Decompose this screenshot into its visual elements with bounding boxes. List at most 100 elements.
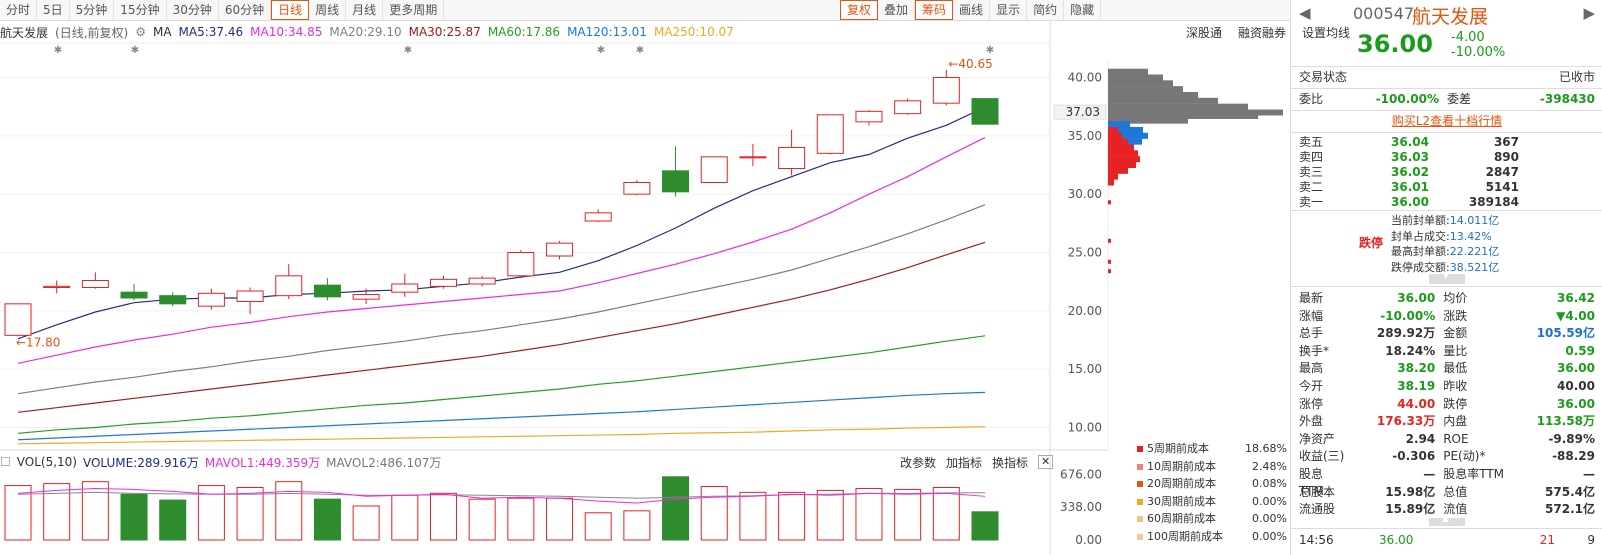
- margin-link[interactable]: 融资融券: [1238, 24, 1286, 41]
- chip-bar-gray: [1108, 103, 1248, 110]
- close-icon[interactable]: ✕: [1038, 455, 1054, 469]
- hk-connect-link[interactable]: 深股通: [1186, 24, 1222, 41]
- ask-price: 36.01: [1391, 180, 1429, 194]
- chip-bar-red: [1108, 156, 1140, 163]
- edit-params-button[interactable]: 改参数: [900, 454, 936, 471]
- ask-volume: 2847: [1485, 165, 1519, 179]
- limit-value: 14.011亿: [1449, 214, 1500, 227]
- volume-bar: [778, 491, 806, 541]
- stat-value: 44.00: [1397, 396, 1436, 411]
- stat-value: 15.89亿: [1385, 502, 1436, 517]
- limit-key: 最高封单额:: [1391, 245, 1450, 258]
- stat-row: 最高 38.20 最低 36.00: [1299, 360, 1595, 377]
- limit-value: 13.42%: [1449, 229, 1492, 243]
- period-tab[interactable]: 月线: [346, 0, 384, 20]
- chip-bar-red: [1108, 179, 1114, 186]
- current-price: 36.00: [1357, 30, 1433, 58]
- expand-icon[interactable]: ☐: [0, 455, 11, 469]
- stat-value: ▼4.00: [1556, 308, 1595, 323]
- toolbar-button[interactable]: 简约: [1027, 0, 1065, 20]
- l2-link[interactable]: 购买L2查看十档行情: [1392, 113, 1502, 130]
- cost-distribution-legend: 5周期前成本 18.68% 10周期前成本 2.48% 20周期前成本 0.08% 30周期…: [1137, 440, 1287, 545]
- quote-panel: ◀ 000547 航天发展 ▶ 36.00 -4.00 -10.00% 交易状态 …: [1290, 0, 1602, 555]
- stat-value: —: [1423, 467, 1436, 481]
- ask-row[interactable]: 卖二 36.01 5141: [1299, 180, 1595, 195]
- ask-row[interactable]: 卖四 36.03 890: [1299, 150, 1595, 165]
- cost-row: 5周期前成本 18.68%: [1137, 440, 1287, 458]
- period-tab[interactable]: 日线: [271, 0, 310, 20]
- chip-bar-gray: [1108, 109, 1283, 116]
- period-tab[interactable]: 60分钟: [219, 0, 272, 20]
- chip-bar-blue: [1108, 132, 1148, 139]
- period-tab[interactable]: 30分钟: [167, 0, 219, 20]
- prev-stock-icon[interactable]: ◀: [1299, 4, 1311, 22]
- candle-body: [662, 170, 690, 193]
- toolbar-button[interactable]: 筹码: [915, 0, 954, 20]
- candle-body: [816, 114, 844, 154]
- chip-bar-gray: [1108, 117, 1188, 124]
- period-tab[interactable]: 5分钟: [70, 0, 115, 20]
- period-tab[interactable]: 更多周期: [383, 0, 445, 20]
- stock-name-label: 航天发展: [0, 25, 49, 40]
- stat-key: 跌停: [1443, 396, 1468, 411]
- stat-value: 36.42: [1557, 291, 1595, 305]
- mavol1-value: MAVOL1:449.359万: [204, 455, 321, 470]
- chip-bar-gray: [1108, 97, 1218, 104]
- expand-toggle[interactable]: ▲: [1429, 514, 1465, 526]
- ask-row[interactable]: 卖五 36.04 367: [1299, 135, 1595, 150]
- cost-row: 10周期前成本 2.48%: [1137, 458, 1287, 476]
- collapse-toggle[interactable]: ▼: [1429, 270, 1465, 284]
- limit-row: 当前封单额:14.011亿: [1391, 212, 1499, 228]
- stat-value: 38.20: [1397, 361, 1436, 376]
- cost-value: 0.00%: [1252, 529, 1287, 543]
- stat-key: 涨跌: [1443, 308, 1468, 323]
- settings-icon[interactable]: ⚙: [135, 25, 146, 39]
- indicator-buttons: 改参数 加指标 换指标 ✕: [900, 453, 1063, 471]
- limit-row: 封单占成交:13.42%: [1391, 228, 1492, 244]
- stat-key: 总股本: [1299, 484, 1336, 499]
- toolbar-button[interactable]: 隐藏: [1064, 0, 1102, 20]
- chip-bar-gray: [1108, 80, 1173, 87]
- price-tick-label: 15.00: [1068, 362, 1102, 376]
- toolbar-button[interactable]: 复权: [840, 0, 879, 20]
- switch-indicator-button[interactable]: 换指标: [992, 454, 1028, 471]
- trade-status-row: 交易状态 已收市: [1299, 69, 1595, 86]
- stat-value: 113.58万: [1536, 414, 1595, 429]
- chevron-up-icon: ▲: [1442, 514, 1449, 524]
- volume-bar: [159, 499, 187, 541]
- cost-row: 20周期前成本 0.08%: [1137, 475, 1287, 493]
- cost-label: 20周期前成本: [1137, 475, 1216, 493]
- ask-label: 卖四: [1299, 150, 1324, 164]
- period-tab[interactable]: 分时: [0, 0, 38, 20]
- candle-body: [546, 242, 574, 257]
- price-tick-label: 40.00: [1068, 71, 1102, 85]
- ask-row[interactable]: 卖一 36.00 389184: [1299, 195, 1595, 210]
- current-price-box: [1053, 104, 1107, 120]
- candle-body: [894, 100, 922, 115]
- toolbar-button[interactable]: 画线: [953, 0, 991, 20]
- chip-bar-blue: [1108, 121, 1130, 128]
- next-stock-icon[interactable]: ▶: [1583, 4, 1595, 22]
- candle-body: [739, 156, 767, 159]
- period-tab[interactable]: 周线: [309, 0, 347, 20]
- toolbar-button[interactable]: 叠加: [878, 0, 916, 20]
- stat-value: -88.29: [1552, 449, 1595, 464]
- cost-value: 18.68%: [1245, 442, 1287, 455]
- add-indicator-button[interactable]: 加指标: [946, 454, 982, 471]
- ask-row[interactable]: 卖三 36.02 2847: [1299, 165, 1595, 180]
- stat-key: 换手*: [1299, 343, 1330, 358]
- cost-value: 2.48%: [1252, 459, 1287, 473]
- candle-body: [932, 77, 960, 104]
- cost-row: 100周期前成本 0.00%: [1137, 528, 1287, 546]
- period-tab[interactable]: 15分钟: [114, 0, 167, 20]
- chip-bar-small: [1108, 269, 1111, 274]
- candlestick-chart[interactable]: 40.00 35.00 30.00 25.00 20.00 15.00 10.00 ✱ ✱ ✱ ✱ ✱…: [0, 0, 1290, 555]
- chip-bar-red: [1108, 173, 1118, 180]
- toolbar-button[interactable]: 显示: [990, 0, 1028, 20]
- stat-key: 最低: [1443, 361, 1468, 376]
- price-tick-label: 35.00: [1068, 129, 1102, 143]
- stat-key: 股息TTM: [1299, 467, 1324, 498]
- volume-bar: [623, 510, 651, 541]
- stat-row: 收益(三) -0.306 PE(动)* -88.29: [1299, 448, 1595, 465]
- period-tab[interactable]: 5日: [37, 0, 70, 20]
